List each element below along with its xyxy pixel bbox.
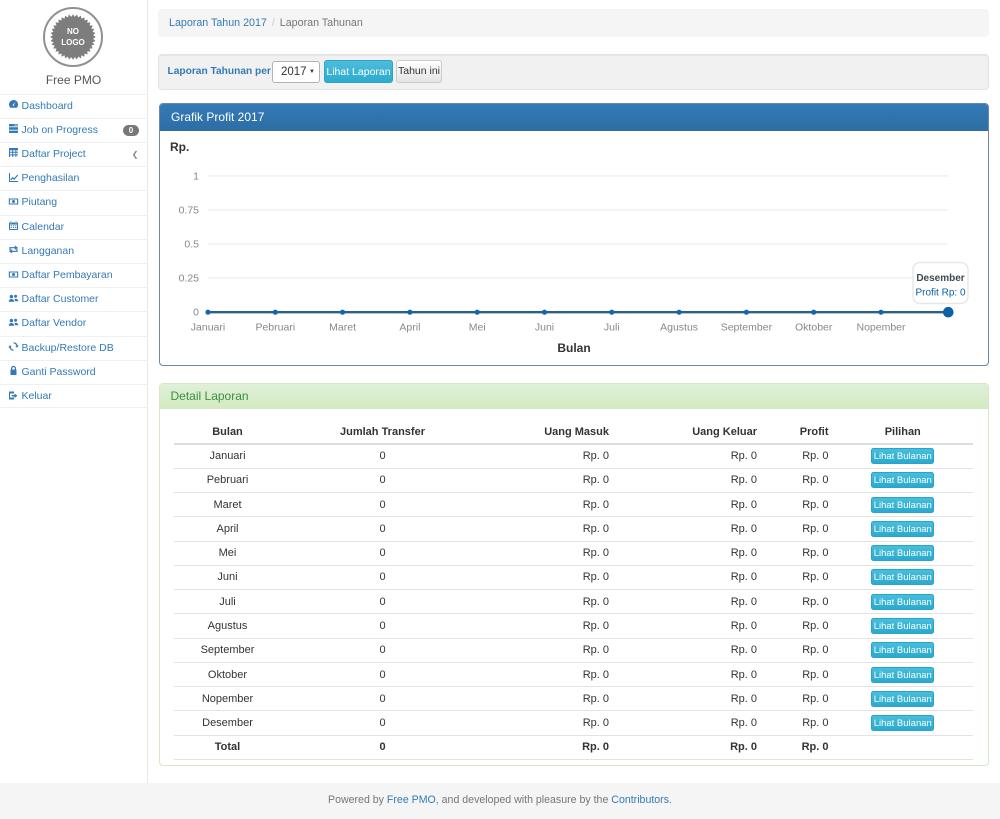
svg-text:LOGO: LOGO [61,38,85,47]
svg-text:Juni: Juni [534,321,553,333]
svg-text:Bulan: Bulan [557,341,590,355]
svg-text:Maret: Maret [329,321,356,333]
svg-text:Desember: Desember [916,273,964,284]
svg-text:April: April [399,321,420,333]
svg-text:Pebruari: Pebruari [255,321,295,333]
svg-text:1: 1 [193,170,199,182]
svg-text:Nopember: Nopember [856,321,906,333]
svg-text:Mei: Mei [468,321,485,333]
svg-text:0.75: 0.75 [178,204,199,216]
svg-text:Agustus: Agustus [660,321,698,333]
svg-text:Oktober: Oktober [795,321,833,333]
svg-text:0.5: 0.5 [184,238,199,250]
svg-text:Januari: Januari [190,321,224,333]
svg-text:NO: NO [67,27,79,36]
svg-text:Juli: Juli [603,321,619,333]
svg-text:Profit Rp: 0: Profit Rp: 0 [915,287,965,298]
svg-text:September: September [720,321,772,333]
svg-text:0: 0 [193,306,199,318]
svg-text:0.25: 0.25 [178,272,199,284]
